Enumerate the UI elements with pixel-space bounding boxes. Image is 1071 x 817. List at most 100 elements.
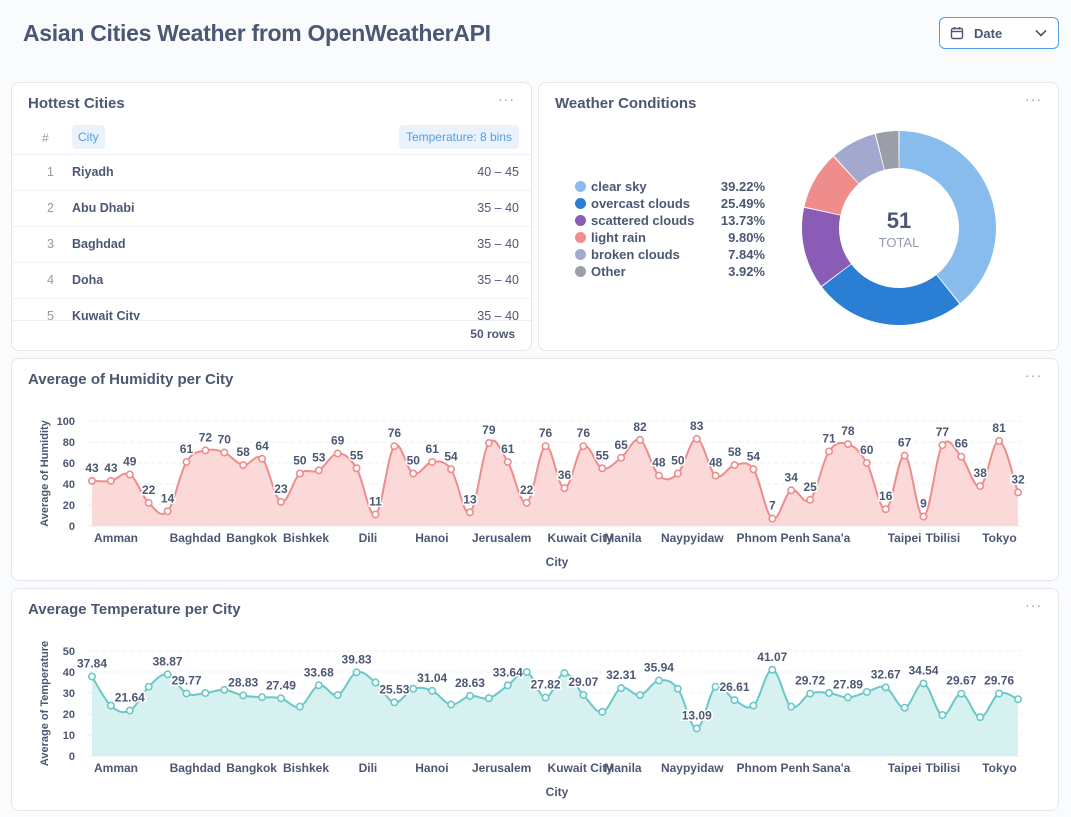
- legend-item[interactable]: light rain 9.80%: [575, 229, 765, 246]
- data-point[interactable]: [673, 469, 682, 478]
- data-point[interactable]: [447, 700, 456, 709]
- data-point[interactable]: [258, 454, 267, 463]
- data-point[interactable]: [541, 442, 550, 451]
- data-point[interactable]: [258, 693, 267, 702]
- data-point[interactable]: [220, 685, 229, 694]
- data-point[interactable]: [276, 497, 285, 506]
- table-body[interactable]: 1 Riyadh 40 – 45 2 Abu Dhabi 35 – 40 3 B…: [12, 155, 531, 321]
- data-point[interactable]: [730, 696, 739, 705]
- date-filter-button[interactable]: Date: [939, 17, 1059, 49]
- data-point[interactable]: [522, 498, 531, 507]
- data-point[interactable]: [579, 442, 588, 451]
- data-point[interactable]: [711, 682, 720, 691]
- table-row[interactable]: 2 Abu Dhabi 35 – 40: [12, 191, 531, 227]
- data-point[interactable]: [560, 484, 569, 493]
- data-point[interactable]: [182, 689, 191, 698]
- legend-item[interactable]: broken clouds 7.84%: [575, 246, 765, 263]
- data-point[interactable]: [919, 679, 928, 688]
- data-point[interactable]: [579, 690, 588, 699]
- data-point[interactable]: [995, 436, 1004, 445]
- data-point[interactable]: [938, 711, 947, 720]
- more-menu-icon[interactable]: ···: [498, 91, 515, 107]
- data-point[interactable]: [88, 672, 97, 681]
- data-point[interactable]: [352, 464, 361, 473]
- data-point[interactable]: [295, 702, 304, 711]
- data-point[interactable]: [484, 694, 493, 703]
- data-point[interactable]: [673, 684, 682, 693]
- data-point[interactable]: [654, 676, 663, 685]
- table-row[interactable]: 4 Doha 35 – 40: [12, 263, 531, 299]
- table-row[interactable]: 3 Baghdad 35 – 40: [12, 227, 531, 263]
- data-point[interactable]: [787, 486, 796, 495]
- data-point[interactable]: [995, 689, 1004, 698]
- data-point[interactable]: [314, 681, 323, 690]
- data-point[interactable]: [522, 668, 531, 677]
- data-point[interactable]: [862, 459, 871, 468]
- humidity-line-chart[interactable]: 0 20 40 60 80 100 43 43 49 22 14 61 72 70 58 64 23 50 53 69…: [12, 359, 1058, 580]
- data-point[interactable]: [484, 439, 493, 448]
- data-point[interactable]: [636, 691, 645, 700]
- data-point[interactable]: [371, 678, 380, 687]
- data-point[interactable]: [806, 689, 815, 698]
- data-point[interactable]: [276, 694, 285, 703]
- data-point[interactable]: [862, 687, 871, 696]
- data-point[interactable]: [239, 461, 248, 470]
- data-point[interactable]: [465, 691, 474, 700]
- data-point[interactable]: [390, 698, 399, 707]
- legend-item[interactable]: scattered clouds 13.73%: [575, 212, 765, 229]
- temperature-line-chart[interactable]: 0 10 20 30 40 5037.84 21.64 38.87 29.77 28.83 27.4…: [12, 589, 1058, 810]
- column-header-number[interactable]: #: [42, 131, 49, 145]
- data-point[interactable]: [333, 449, 342, 458]
- more-menu-icon[interactable]: ···: [1025, 91, 1042, 107]
- data-point[interactable]: [881, 683, 890, 692]
- data-point[interactable]: [843, 440, 852, 449]
- data-point[interactable]: [957, 452, 966, 461]
- data-point[interactable]: [220, 448, 229, 457]
- data-point[interactable]: [428, 457, 437, 466]
- data-point[interactable]: [106, 701, 115, 710]
- data-point[interactable]: [201, 689, 210, 698]
- legend-item[interactable]: Other 3.92%: [575, 263, 765, 280]
- data-point[interactable]: [806, 495, 815, 504]
- data-point[interactable]: [503, 681, 512, 690]
- data-point[interactable]: [768, 665, 777, 674]
- data-point[interactable]: [144, 498, 153, 507]
- data-point[interactable]: [976, 482, 985, 491]
- data-point[interactable]: [843, 693, 852, 702]
- donut-slice[interactable]: [899, 131, 996, 304]
- data-point[interactable]: [692, 434, 701, 443]
- data-point[interactable]: [503, 457, 512, 466]
- data-point[interactable]: [428, 686, 437, 695]
- data-point[interactable]: [938, 441, 947, 450]
- legend-item[interactable]: clear sky 39.22%: [575, 178, 765, 195]
- legend-item[interactable]: overcast clouds 25.49%: [575, 195, 765, 212]
- data-point[interactable]: [617, 453, 626, 462]
- data-point[interactable]: [333, 691, 342, 700]
- data-point[interactable]: [636, 435, 645, 444]
- data-point[interactable]: [125, 706, 134, 715]
- data-point[interactable]: [106, 476, 115, 485]
- data-point[interactable]: [692, 724, 701, 733]
- data-point[interactable]: [957, 689, 966, 698]
- data-point[interactable]: [598, 707, 607, 716]
- data-point[interactable]: [1013, 488, 1022, 497]
- data-point[interactable]: [730, 461, 739, 470]
- data-point[interactable]: [314, 466, 323, 475]
- data-point[interactable]: [447, 465, 456, 474]
- donut-chart[interactable]: 51 TOTAL: [799, 128, 999, 328]
- data-point[interactable]: [825, 447, 834, 456]
- data-point[interactable]: [465, 508, 474, 517]
- data-point[interactable]: [711, 471, 720, 480]
- data-point[interactable]: [371, 510, 380, 519]
- data-point[interactable]: [881, 505, 890, 514]
- data-point[interactable]: [919, 512, 928, 521]
- data-point[interactable]: [976, 713, 985, 722]
- data-point[interactable]: [900, 451, 909, 460]
- data-point[interactable]: [768, 514, 777, 523]
- data-point[interactable]: [560, 669, 569, 678]
- data-point[interactable]: [1013, 695, 1022, 704]
- data-point[interactable]: [163, 507, 172, 516]
- data-point[interactable]: [295, 469, 304, 478]
- data-point[interactable]: [390, 442, 399, 451]
- data-point[interactable]: [787, 702, 796, 711]
